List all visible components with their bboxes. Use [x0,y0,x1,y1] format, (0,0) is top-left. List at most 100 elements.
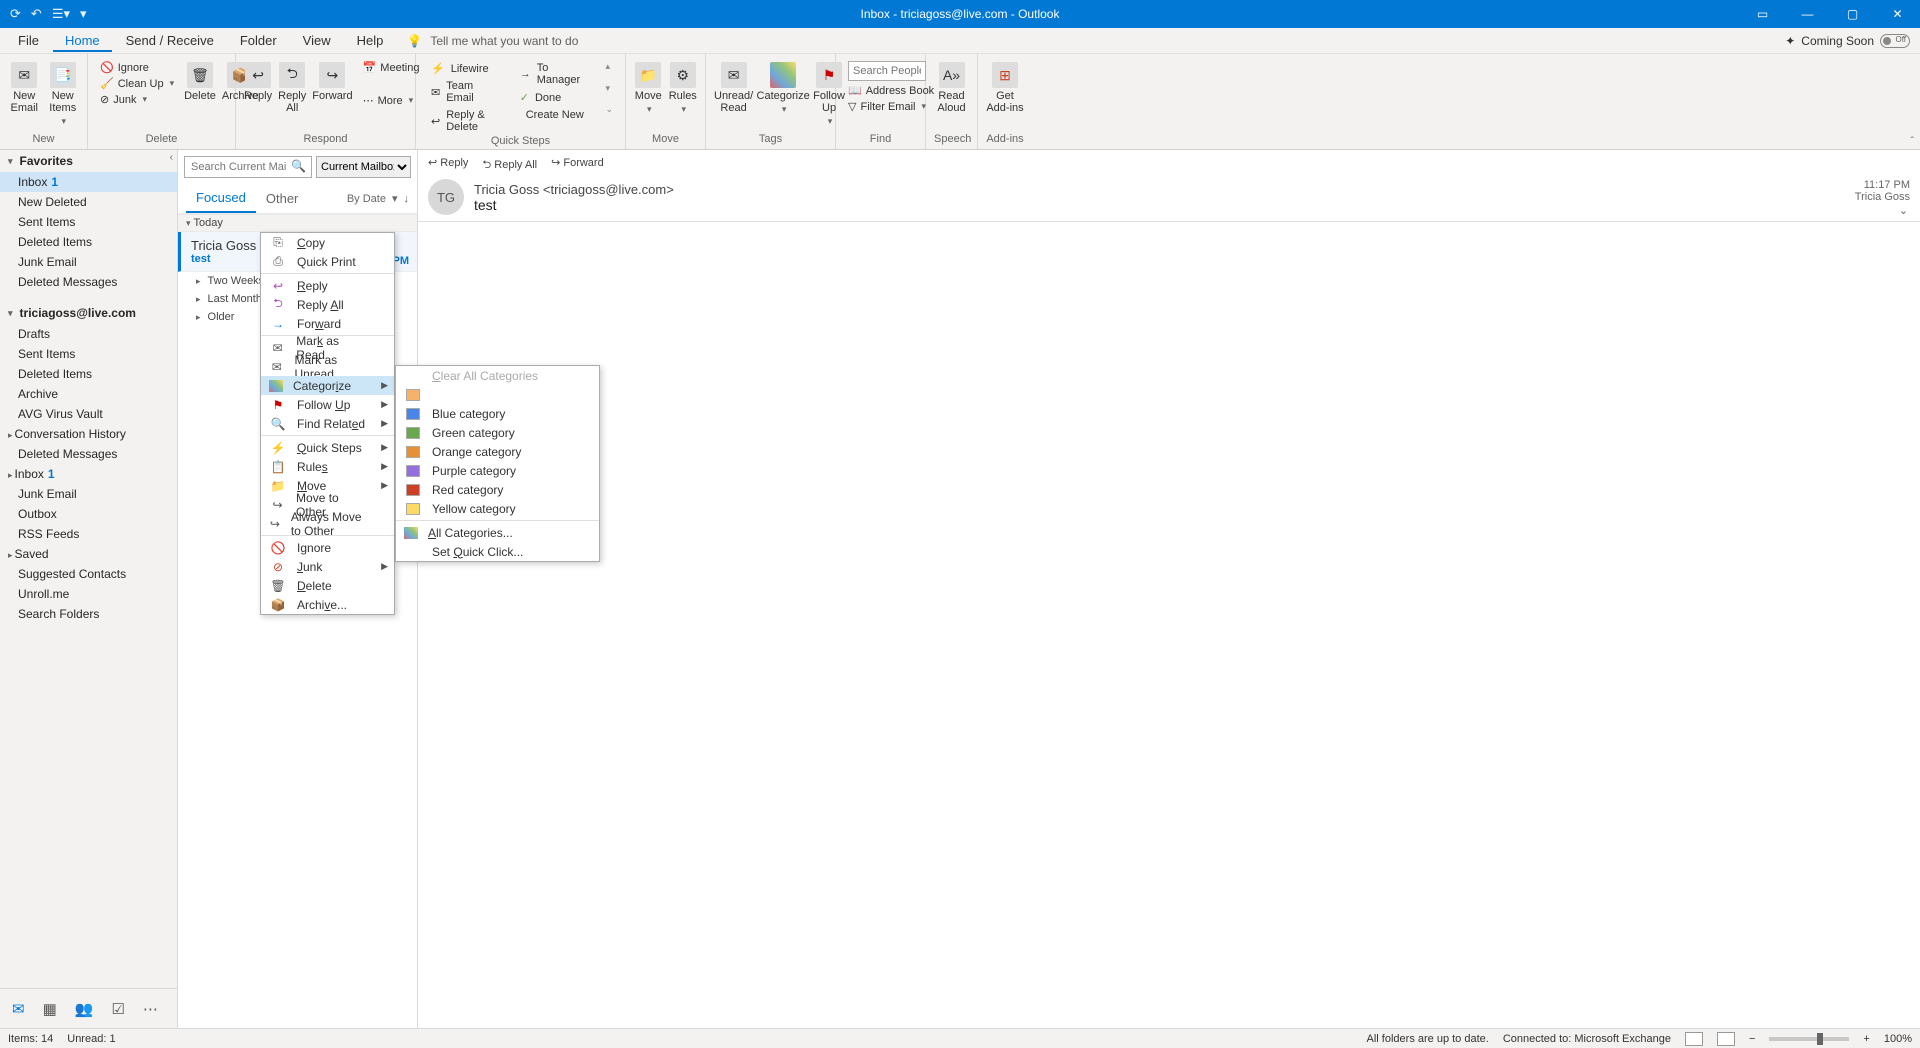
zoom-out-icon[interactable]: − [1749,1033,1755,1045]
nav-item[interactable]: Junk Email [0,252,177,272]
ctx-ignore[interactable]: 🚫Ignore [261,538,394,557]
ctx-categorize[interactable]: Categorize▶ [261,376,394,395]
mail-view-icon[interactable]: ✉ [12,1000,25,1018]
ctx-quicksteps[interactable]: ⚡Quick Steps▶ [261,438,394,457]
cat-item[interactable]: Green category [396,423,599,442]
view-reading-button[interactable] [1717,1032,1735,1046]
zoom-slider[interactable] [1769,1037,1849,1041]
cat-item[interactable]: Red category [396,480,599,499]
minimize-icon[interactable]: — [1785,0,1830,28]
close-icon[interactable]: ✕ [1875,0,1920,28]
quicksteps-launcher[interactable]: ⌄ [601,103,617,116]
nav-item[interactable]: Sent Items [0,344,177,364]
cat-item[interactable]: Yellow category [396,499,599,518]
tab-view[interactable]: View [291,29,343,52]
ctx-copy[interactable]: ⎘Copy [261,233,394,252]
quickstep-teamemail[interactable]: ✉Team Email [424,78,507,106]
quickstep-tomanager[interactable]: →To Manager [513,60,596,88]
cat-item[interactable]: Orange category [396,442,599,461]
cat-item[interactable]: Purple category [396,461,599,480]
touch-mode-icon[interactable]: ☰▾ [52,6,70,22]
filteremail-button[interactable]: ▽Filter Email [844,99,938,114]
cleanup-button[interactable]: 🧹Clean Up [96,76,178,91]
coming-soon-label[interactable]: Coming Soon [1801,34,1874,48]
unread-button[interactable]: ✉Unread/ Read [714,60,753,114]
nav-item[interactable]: Deleted Messages [0,272,177,292]
nav-item[interactable]: Junk Email [0,484,177,504]
nav-item[interactable]: AVG Virus Vault [0,404,177,424]
people-view-icon[interactable]: 👥 [75,1000,94,1018]
nav-item[interactable]: New Deleted [0,192,177,212]
cat-quickclick[interactable]: Set Quick Click... [396,542,599,561]
cat-item[interactable]: Blue category [396,404,599,423]
ctx-reply[interactable]: ↩Reply [261,276,394,295]
ctx-alwaysmove[interactable]: ↪Always Move to Other [261,514,394,533]
move-button[interactable]: 📁Move [634,60,663,115]
readaloud-button[interactable]: A»Read Aloud [934,60,969,114]
getaddins-button[interactable]: ⊞Get Add-ins [986,60,1024,114]
more-views-icon[interactable]: ⋯ [143,1000,158,1018]
rules-button[interactable]: ⚙Rules [669,60,698,115]
coming-soon-toggle[interactable]: Off [1880,34,1910,48]
junk-button[interactable]: ⊘Junk [96,92,178,107]
nav-item[interactable]: RSS Feeds [0,524,177,544]
nav-item[interactable]: Suggested Contacts [0,564,177,584]
tab-help[interactable]: Help [345,29,396,52]
tab-file[interactable]: File [6,29,51,52]
ctx-findrelated[interactable]: 🔍Find Related▶ [261,414,394,433]
nav-item[interactable]: Search Folders [0,604,177,624]
nav-item[interactable]: ▸Conversation History [0,424,177,444]
nav-item[interactable]: Inbox1 [0,172,177,192]
tasks-view-icon[interactable]: ☑ [111,1000,124,1018]
tab-folder[interactable]: Folder [228,29,289,52]
nav-item[interactable]: ▸Saved [0,544,177,564]
nav-item[interactable]: Deleted Messages [0,444,177,464]
cat-all[interactable]: All Categories... [396,523,599,542]
forward-button[interactable]: ↪Forward [312,60,352,102]
tab-home[interactable]: Home [53,29,112,52]
nav-item[interactable]: Unroll.me [0,584,177,604]
search-icon[interactable]: 🔍 [291,159,306,173]
quickstep-replydelete[interactable]: ↩Reply & Delete [424,107,507,135]
cat-item-custom[interactable] [396,385,599,404]
sort-button[interactable]: By Date▾↓ [347,192,409,205]
nav-item[interactable]: Sent Items [0,212,177,232]
nav-item[interactable]: Outbox [0,504,177,524]
expand-header-icon[interactable]: ⌄ [1899,204,1908,217]
ctx-quickprint[interactable]: ⎙Quick Print [261,252,394,271]
read-reply-button[interactable]: ↩ Reply [428,156,468,175]
tab-other[interactable]: Other [256,185,309,212]
reply-all-button[interactable]: ⮌Reply All [278,60,306,114]
group-today[interactable]: Today [178,214,417,232]
nav-item[interactable]: Drafts [0,324,177,344]
qat-customize-icon[interactable]: ▾ [80,6,87,22]
quickstep-done[interactable]: ✓Done [513,89,596,106]
quicksteps-up[interactable]: ▴ [601,60,617,73]
ctx-delete[interactable]: 🗑Delete [261,576,394,595]
categorize-button[interactable]: Categorize [759,60,807,115]
send-receive-icon[interactable]: ⟳ [10,6,21,22]
search-people-input[interactable] [848,61,926,81]
tell-me[interactable]: 💡 Tell me what you want to do [407,34,578,48]
more-respond-button[interactable]: ⋯More [359,93,424,108]
ctx-replyall[interactable]: ⮌Reply All [261,295,394,314]
addressbook-button[interactable]: 📖Address Book [844,83,938,98]
tab-send-receive[interactable]: Send / Receive [114,29,226,52]
reply-button[interactable]: ↩Reply [244,60,272,102]
quickstep-createnew[interactable]: Create New [513,107,596,123]
ignore-button[interactable]: 🚫Ignore [96,60,178,75]
new-items-button[interactable]: 📑New Items [47,60,80,127]
nav-item[interactable]: Deleted Items [0,232,177,252]
tab-focused[interactable]: Focused [186,184,256,213]
account-header[interactable]: triciagoss@live.com [0,302,177,324]
zoom-in-icon[interactable]: + [1863,1033,1869,1045]
undo-icon[interactable]: ↶ [31,6,42,22]
ctx-markunread[interactable]: ✉Mark as Unread [261,357,394,376]
quicksteps-down[interactable]: ▾ [601,82,617,95]
nav-item[interactable]: Archive [0,384,177,404]
nav-item[interactable]: ▸Inbox1 [0,464,177,484]
delete-button[interactable]: 🗑Delete [184,60,216,102]
ctx-archive[interactable]: 📦Archive... [261,595,394,614]
ctx-junk[interactable]: ⊘Junk▶ [261,557,394,576]
calendar-view-icon[interactable]: ▦ [43,1000,57,1018]
